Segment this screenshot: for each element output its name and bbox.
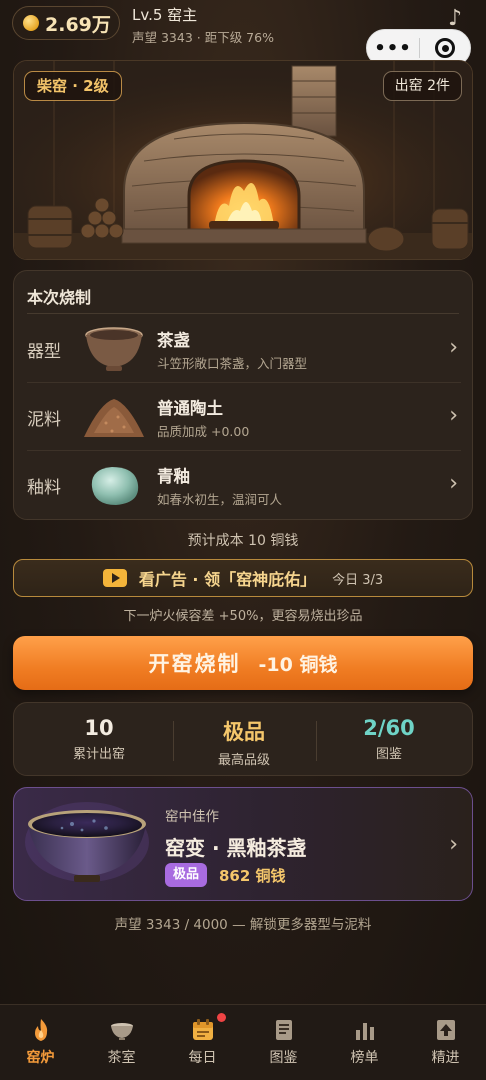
coin-amount: 2.69万 <box>45 13 111 36</box>
kiln-level-badge[interactable]: 柴窑 · 2级 <box>24 71 122 101</box>
nav-item-kiln[interactable]: 窑炉 <box>0 1005 81 1080</box>
nav-item-collection[interactable]: 图鉴 <box>243 1005 324 1080</box>
firing-config-card: 本次烧制 器型 茶盏 斗笠形敞口茶盏，入门器型 › 泥料 普通陶土 品质加成 +… <box>13 270 473 520</box>
book-icon <box>275 1020 292 1040</box>
nav-item-daily[interactable]: 每日 <box>162 1005 243 1080</box>
stat-label: 最高品级 <box>217 753 270 768</box>
stat-label: 图鉴 <box>375 747 402 762</box>
nav-label: 窑炉 <box>26 1050 55 1066</box>
firing-card-title: 本次烧制 <box>27 288 92 307</box>
player-level: Lv.5 窑主 <box>132 6 198 24</box>
grade-badge: 极品 <box>165 863 208 887</box>
kiln-scene[interactable]: 柴窑 · 2级 出窑 2件 <box>13 60 473 260</box>
calendar-icon <box>192 1019 213 1040</box>
chevron-right-icon: › <box>449 403 458 428</box>
chevron-right-icon: › <box>449 471 458 496</box>
row-vessel-shape[interactable]: 器型 茶盏 斗笠形敞口茶盏，入门器型 › <box>14 315 474 383</box>
prestige-progress: 声望 3343 · 距下级 76% <box>132 30 274 45</box>
coin-balance[interactable]: 2.69万 <box>12 6 120 40</box>
prestige-unlock-hint: 声望 3343 / 4000 — 解锁更多器型与泥料 <box>114 917 372 933</box>
more-menu-icon[interactable]: ••• <box>367 38 419 59</box>
target-icon <box>435 38 455 58</box>
stat-best-grade: 极品 最高品级 <box>169 703 319 777</box>
row-clay[interactable]: 泥料 普通陶土 品质加成 +0.00 › <box>14 383 474 451</box>
bottom-nav: 窑炉 茶室 每日 图鉴 榜单 精进 <box>0 1004 486 1080</box>
coin-icon <box>23 15 39 31</box>
chevron-right-icon: › <box>449 335 458 360</box>
nav-item-upgrade[interactable]: 精进 <box>405 1005 486 1080</box>
music-note-icon[interactable]: ♪ <box>448 6 462 31</box>
glaze-stone-icon <box>91 467 139 505</box>
stats-panel: 10 累计出窑 极品 最高品级 2/60 图鉴 <box>13 702 473 776</box>
close-miniprogram-button[interactable] <box>420 38 470 58</box>
stat-collection[interactable]: 2/60 图鉴 <box>314 703 464 777</box>
watch-ad-button[interactable]: 看广告 · 领「窑神庇佑」 今日 3/3 <box>13 559 473 597</box>
start-firing-button[interactable]: 开窑烧制 -10 铜钱 <box>13 636 473 690</box>
row-label: 釉料 <box>27 478 61 498</box>
notification-dot <box>216 1013 226 1022</box>
row-label: 器型 <box>27 342 61 362</box>
row-value: 普通陶土 <box>157 399 223 418</box>
featured-kicker: 窑中佳作 <box>165 809 219 825</box>
row-description: 如春水初生，温润可人 <box>157 492 283 507</box>
video-play-icon <box>102 569 127 587</box>
ad-benefit-note: 下一炉火候容差 +50%，更容易烧出珍品 <box>123 609 363 624</box>
tea-bowl-icon <box>85 327 143 371</box>
start-firing-cost: -10 铜钱 <box>258 653 338 676</box>
clay-pile-icon <box>84 399 144 437</box>
flame-icon <box>34 1019 47 1041</box>
stat-label: 累计出窑 <box>72 747 125 762</box>
nav-label: 榜单 <box>350 1050 379 1066</box>
row-description: 品质加成 +0.00 <box>157 424 250 439</box>
featured-piece-card[interactable]: 窑中佳作 窑变 · 黑釉茶盏 极品 862 铜钱 › <box>13 787 473 901</box>
ad-button-label: 看广告 · 领「窑神庇佑」 <box>138 570 317 589</box>
upgrade-icon <box>436 1020 455 1040</box>
row-description: 斗笠形敞口茶盏，入门器型 <box>157 356 308 371</box>
estimated-cost: 预计成本 10 铜钱 <box>187 533 299 549</box>
row-value: 茶盏 <box>157 331 190 350</box>
kiln-output-badge[interactable]: 出窑 2件 <box>382 71 462 101</box>
featured-piece-name: 窑变 · 黑釉茶盏 <box>165 836 307 860</box>
nav-item-tearoom[interactable]: 茶室 <box>81 1005 162 1080</box>
featured-price: 862 铜钱 <box>219 867 286 885</box>
start-firing-label: 开窑烧制 <box>148 652 241 676</box>
stat-value: 10 <box>84 716 114 740</box>
nav-label: 图鉴 <box>269 1050 298 1066</box>
ad-daily-count: 今日 3/3 <box>332 572 384 588</box>
top-bar: 2.69万 Lv.5 窑主 声望 3343 · 距下级 76% ♪ ••• <box>0 0 486 67</box>
nav-label: 每日 <box>188 1050 217 1066</box>
stat-value: 极品 <box>223 720 265 744</box>
row-label: 泥料 <box>27 410 61 430</box>
row-value: 青釉 <box>157 467 190 486</box>
black-glaze-bowl-icon <box>25 802 149 882</box>
chevron-right-icon: › <box>449 832 458 857</box>
bar-chart-icon <box>355 1023 374 1040</box>
stat-value: 2/60 <box>363 716 415 740</box>
row-glaze[interactable]: 釉料 青釉 如春水初生，温润可人 › <box>14 451 474 519</box>
stat-total-fired: 10 累计出窑 <box>24 703 174 777</box>
nav-label: 精进 <box>431 1050 460 1066</box>
nav-label: 茶室 <box>107 1050 136 1066</box>
bowl-icon <box>110 1023 133 1040</box>
nav-item-leaderboard[interactable]: 榜单 <box>324 1005 405 1080</box>
